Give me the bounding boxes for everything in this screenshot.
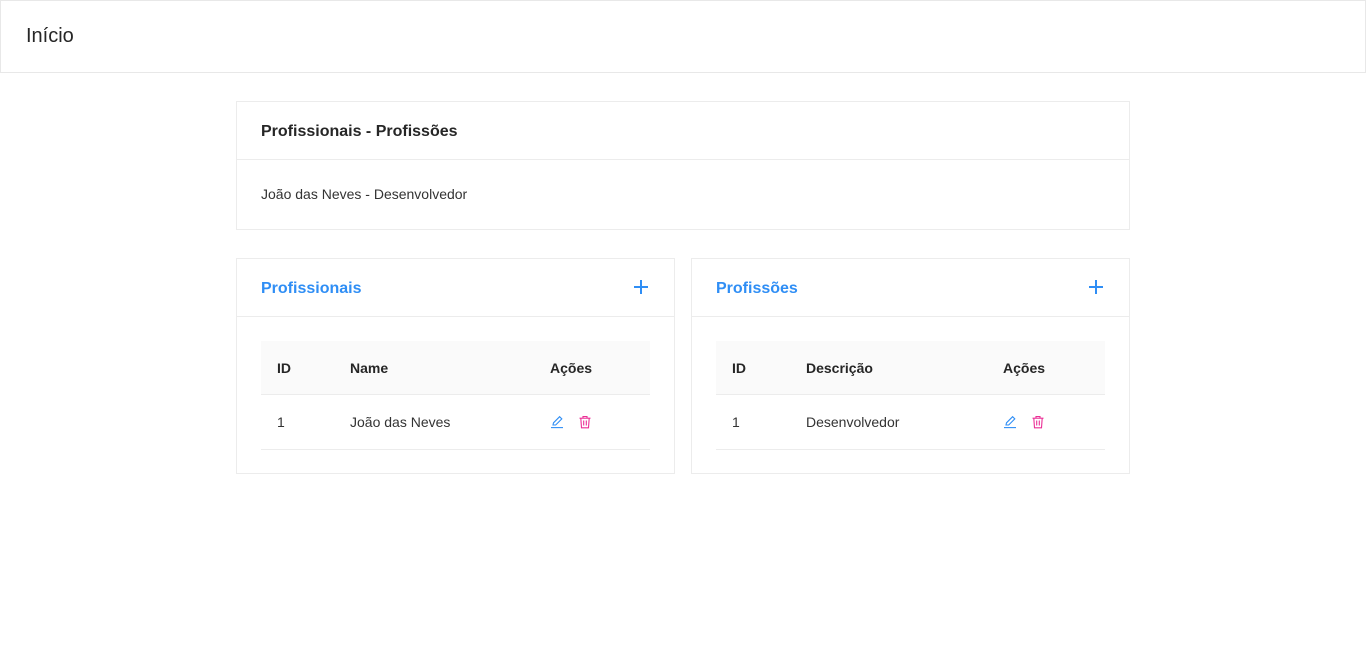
summary-item: João das Neves - Desenvolvedor [261, 186, 468, 202]
profissionais-card: Profissionais ID Name Ações 1 João das N… [236, 258, 675, 474]
profissoes-card: Profissões ID Descrição Ações 1 Desenvol… [691, 258, 1130, 474]
profissionais-title: Profissionais [261, 280, 362, 297]
summary-card-header: Profissionais - Profissões [237, 102, 1129, 160]
cell-name: João das Neves [350, 414, 451, 430]
column-header-id: ID [277, 360, 291, 376]
table-row: 1 Desenvolvedor [716, 395, 1105, 450]
profissionais-card-header: Profissionais [237, 259, 674, 317]
column-header-name: Name [350, 360, 389, 376]
profissoes-card-header: Profissões [692, 259, 1129, 317]
column-header-id: ID [732, 360, 746, 376]
edit-icon[interactable] [550, 415, 564, 429]
page-title: Início [26, 25, 74, 47]
table-header: ID Name Ações [261, 341, 650, 395]
column-header-acoes: Ações [550, 360, 593, 376]
table-header: ID Descrição Ações [716, 341, 1105, 395]
edit-icon[interactable] [1003, 415, 1017, 429]
add-profissional-button[interactable] [632, 278, 650, 296]
column-header-descricao: Descrição [806, 360, 873, 376]
cell-id: 1 [277, 414, 285, 430]
trash-icon[interactable] [578, 415, 592, 429]
table-row: 1 João das Neves [261, 395, 650, 450]
summary-card-title: Profissionais - Profissões [261, 123, 458, 140]
cell-descricao: Desenvolvedor [806, 414, 900, 430]
top-bar: Início [0, 0, 1366, 73]
profissionais-table: ID Name Ações 1 João das Neves [261, 341, 650, 450]
add-profissao-button[interactable] [1087, 278, 1105, 296]
profissoes-table: ID Descrição Ações 1 Desenvolvedor [716, 341, 1105, 450]
column-header-acoes: Ações [1003, 360, 1046, 376]
trash-icon[interactable] [1031, 415, 1045, 429]
profissoes-title: Profissões [716, 280, 798, 297]
cell-id: 1 [732, 414, 740, 430]
summary-card: Profissionais - Profissões João das Neve… [236, 101, 1130, 230]
